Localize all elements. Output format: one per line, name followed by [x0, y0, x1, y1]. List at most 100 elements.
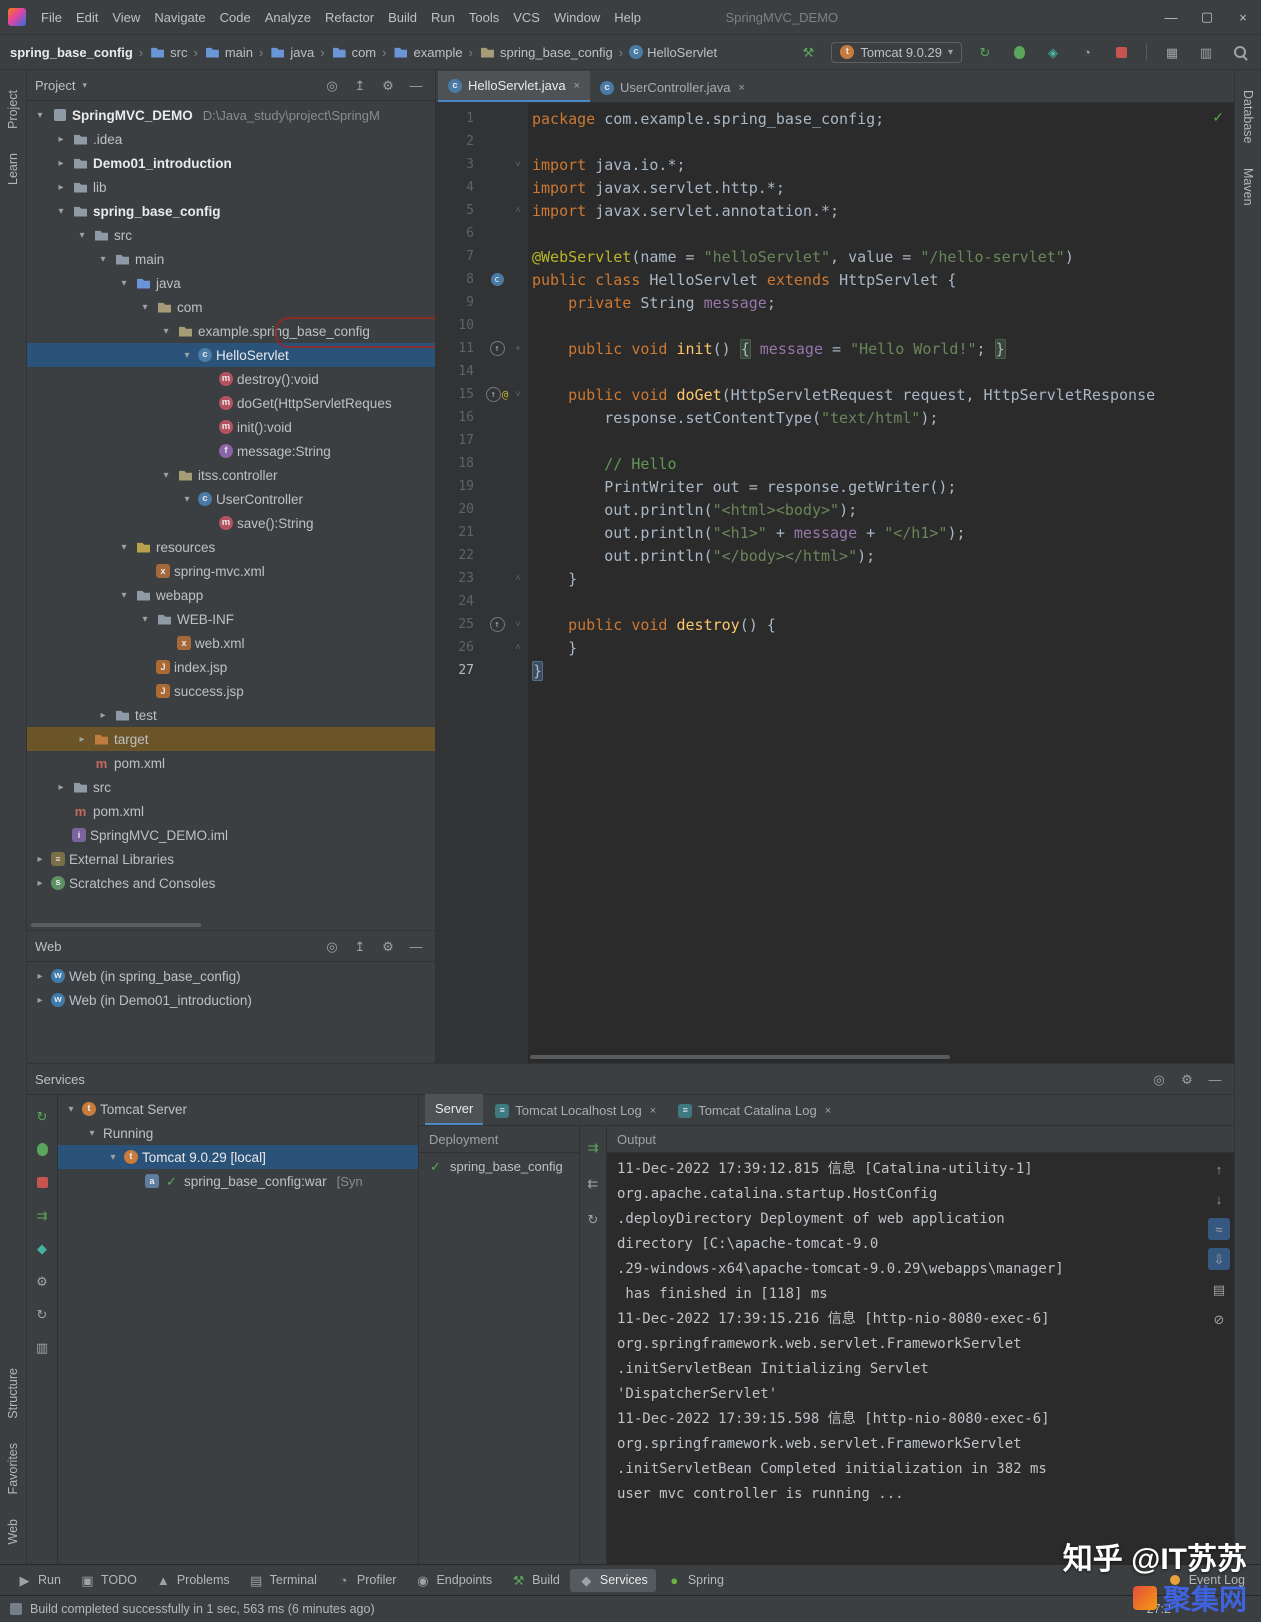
- breadcrumb-helloservlet-7[interactable]: cHelloServlet: [629, 45, 717, 60]
- tool-strip-learn[interactable]: Learn: [6, 141, 20, 197]
- tree-item-tomcat-9-0-29-local[interactable]: ▾tTomcat 9.0.29 [local]: [58, 1145, 418, 1169]
- tool-strip-project[interactable]: Project: [6, 78, 20, 141]
- toolwindow-button-profiler[interactable]: ◔Profiler: [327, 1569, 405, 1592]
- tree-item-webapp[interactable]: ▾webapp: [27, 583, 435, 607]
- menu-vcs[interactable]: VCS: [506, 7, 547, 28]
- toolwindow-button-terminal[interactable]: ▤Terminal: [240, 1569, 325, 1592]
- code-line[interactable]: 22 out.println("</body></html>");: [436, 544, 1234, 567]
- toolwindow-button-build[interactable]: ⚒Build: [502, 1569, 568, 1592]
- layout-button[interactable]: ▥: [1195, 41, 1217, 63]
- chevron-down-icon[interactable]: ▾: [96, 254, 110, 265]
- chevron-down-icon[interactable]: ▾: [180, 350, 194, 361]
- tree-item-message-string[interactable]: fmessage:String: [27, 439, 435, 463]
- up-button[interactable]: ↑: [1208, 1158, 1230, 1180]
- chevron-down-icon[interactable]: ▾: [54, 206, 68, 217]
- menu-view[interactable]: View: [105, 7, 147, 28]
- tree-item-main[interactable]: ▾main: [27, 247, 435, 271]
- fold-marker[interactable]: ˄: [510, 642, 526, 654]
- fold-marker[interactable]: ˅: [510, 389, 526, 401]
- chevron-right-icon[interactable]: ▸: [96, 710, 110, 721]
- inspection-ok-icon[interactable]: [1212, 109, 1224, 126]
- stop-button[interactable]: [31, 1171, 53, 1193]
- code-line[interactable]: 8cpublic class HelloServlet extends Http…: [436, 268, 1234, 291]
- tree-item-web-inf[interactable]: ▾WEB-INF: [27, 607, 435, 631]
- code-line[interactable]: 15↑@˅ public void doGet(HttpServletReque…: [436, 383, 1234, 406]
- tool-strip-database[interactable]: Database: [1241, 78, 1255, 156]
- menu-help[interactable]: Help: [607, 7, 648, 28]
- minus-button[interactable]: —: [405, 74, 427, 96]
- tree-item-web-xml[interactable]: xweb.xml: [27, 631, 435, 655]
- code-line[interactable]: 3˅import java.io.*;: [436, 153, 1234, 176]
- chevron-down-icon[interactable]: ▾: [106, 1152, 120, 1163]
- services-tab-server[interactable]: Server: [425, 1094, 483, 1125]
- menu-navigate[interactable]: Navigate: [147, 7, 212, 28]
- chevron-right-icon[interactable]: ▸: [54, 782, 68, 793]
- menu-analyze[interactable]: Analyze: [258, 7, 318, 28]
- menu-build[interactable]: Build: [381, 7, 424, 28]
- output-log[interactable]: 11-Dec-2022 17:39:12.815 信息 [Catalina-ut…: [607, 1153, 1234, 1564]
- tree-item-target[interactable]: ▸target: [27, 727, 435, 751]
- toolwindow-button-todo[interactable]: ▣TODO: [71, 1569, 145, 1592]
- tree-item-external-libraries[interactable]: ▸≡External Libraries: [27, 847, 435, 871]
- services-tab-tomcat-catalina-log[interactable]: ≡Tomcat Catalina Log×: [668, 1096, 841, 1125]
- code-line[interactable]: 7@WebServlet(name = "helloServlet", valu…: [436, 245, 1234, 268]
- code-line[interactable]: 10: [436, 314, 1234, 337]
- chevron-down-icon[interactable]: ▾: [64, 1104, 78, 1115]
- menu-file[interactable]: File: [34, 7, 69, 28]
- close-button[interactable]: ×: [1225, 1, 1261, 34]
- fold-marker[interactable]: ˅: [510, 619, 526, 631]
- locate-button[interactable]: ◎: [321, 935, 343, 957]
- tree-item-com[interactable]: ▾com: [27, 295, 435, 319]
- rerun-button[interactable]: ↻: [974, 41, 996, 63]
- sync-button[interactable]: ↻: [582, 1208, 604, 1230]
- tree-item-doget-httpservletreques[interactable]: mdoGet(HttpServletReques: [27, 391, 435, 415]
- code-line[interactable]: 24: [436, 590, 1234, 613]
- tree-item-idea[interactable]: ▸.idea: [27, 127, 435, 151]
- wrench-button[interactable]: ⚙: [31, 1270, 53, 1292]
- editor-tab-helloservlet-java[interactable]: cHelloServlet.java×: [438, 71, 590, 102]
- chevron-down-icon[interactable]: ▾: [180, 494, 194, 505]
- breadcrumb-src-1[interactable]: src: [149, 44, 187, 61]
- tree-item-save-string[interactable]: msave():String: [27, 511, 435, 535]
- code-line[interactable]: 17: [436, 429, 1234, 452]
- editor-tab-usercontroller-java[interactable]: cUserController.java×: [590, 73, 755, 102]
- tree-item-pom-xml[interactable]: mpom.xml: [27, 751, 435, 775]
- tree-item-web-in-spring-base-config[interactable]: ▸wWeb (in spring_base_config): [27, 964, 435, 988]
- menu-edit[interactable]: Edit: [69, 7, 105, 28]
- chevron-right-icon[interactable]: ▸: [54, 158, 68, 169]
- chevron-down-icon[interactable]: ▾: [85, 1128, 99, 1139]
- deploy-button[interactable]: ⇉: [582, 1136, 604, 1158]
- minus-button[interactable]: —: [1204, 1068, 1226, 1090]
- tool-strip-maven[interactable]: Maven: [1241, 156, 1255, 218]
- tree-item-spring-base-config[interactable]: ▾spring_base_config: [27, 199, 435, 223]
- tree-item-success-jsp[interactable]: Jsuccess.jsp: [27, 679, 435, 703]
- menu-run[interactable]: Run: [424, 7, 462, 28]
- scrollend-button[interactable]: ⇩: [1208, 1248, 1230, 1270]
- menu-window[interactable]: Window: [547, 7, 607, 28]
- deployment-item[interactable]: ✓spring_base_config: [419, 1153, 579, 1179]
- fold-marker[interactable]: ˅: [510, 159, 526, 171]
- tree-item-running[interactable]: ▾Running: [58, 1121, 418, 1145]
- tree-item-helloservlet[interactable]: ▾cHelloServlet: [27, 343, 435, 367]
- tree-item-springmvc-demo[interactable]: ▾SpringMVC_DEMOD:\Java_study\project\Spr…: [27, 103, 435, 127]
- tree-item-usercontroller[interactable]: ▾cUserController: [27, 487, 435, 511]
- tool-strip-favorites[interactable]: Favorites: [6, 1431, 20, 1506]
- tree-item-pom-xml[interactable]: mpom.xml: [27, 799, 435, 823]
- close-icon[interactable]: ×: [574, 80, 580, 92]
- chevron-down-icon[interactable]: ▾: [117, 590, 131, 601]
- collapse-button[interactable]: ↥: [349, 935, 371, 957]
- code-line[interactable]: 6: [436, 222, 1234, 245]
- tree-item-example-spring-base-config[interactable]: ▾example.spring_base_config: [27, 319, 435, 343]
- code-line[interactable]: 14: [436, 360, 1234, 383]
- breadcrumb-spring-base-config-6[interactable]: spring_base_config: [479, 44, 613, 61]
- structure-button[interactable]: ▦: [1161, 41, 1183, 63]
- tree-item-java[interactable]: ▾java: [27, 271, 435, 295]
- project-hscrollbar[interactable]: [31, 923, 201, 927]
- layout-button[interactable]: ▥: [31, 1336, 53, 1358]
- menu-tools[interactable]: Tools: [462, 7, 506, 28]
- gear-button[interactable]: ⚙: [1176, 1068, 1198, 1090]
- close-icon[interactable]: ×: [739, 82, 745, 94]
- code-line[interactable]: 23˄ }: [436, 567, 1234, 590]
- tree-item-web-in-demo01-introduction[interactable]: ▸wWeb (in Demo01_introduction): [27, 988, 435, 1012]
- code-line[interactable]: 19 PrintWriter out = response.getWriter(…: [436, 475, 1234, 498]
